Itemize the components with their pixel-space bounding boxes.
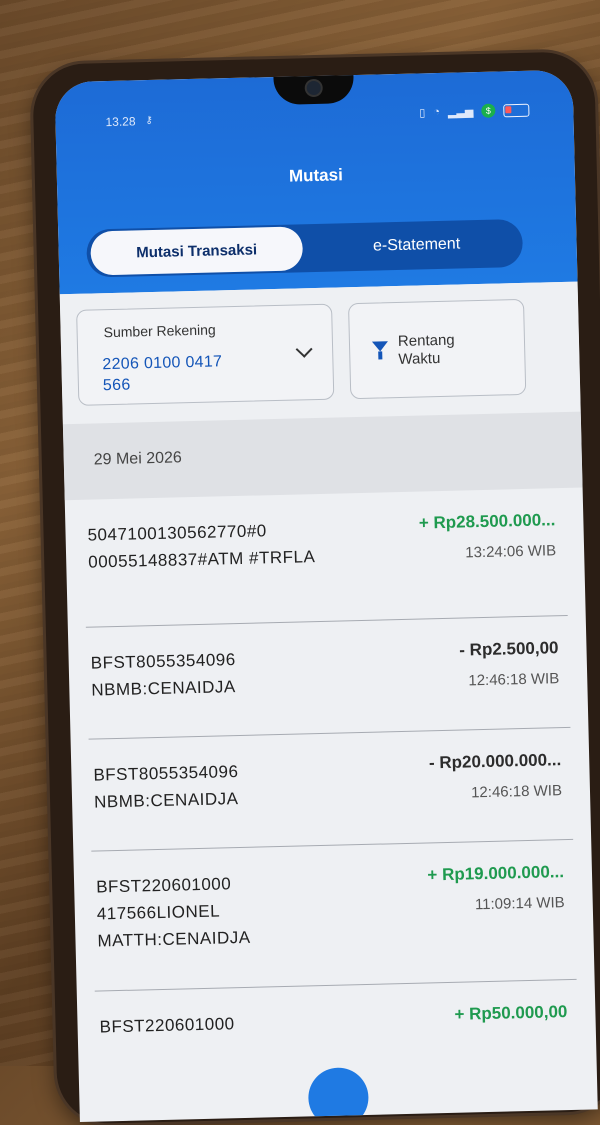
tab-switcher: Mutasi Transaksi e-Statement <box>86 218 524 278</box>
transaction-amount: + Rp19.000.000... <box>427 862 565 885</box>
source-label: Sumber Rekening <box>103 321 216 341</box>
app-header: 13.28 ⚷ ▯ ◔ ▂▃▅ $ Mutasi Mutasi Transaks… <box>54 69 578 295</box>
transaction-time: 12:46:18 WIB <box>468 670 560 690</box>
transaction-amount: + Rp28.500.000... <box>418 510 556 533</box>
status-icons: ▯ ◔ ▂▃▅ $ <box>419 103 530 120</box>
front-camera-icon <box>306 80 321 96</box>
date-range-filter-button[interactable]: Rentang Waktu <box>348 298 527 400</box>
transaction-description: BFST8055354096 NBMB:CENAIDJA <box>90 650 236 700</box>
date-label: 29 Mei 2026 <box>93 449 182 469</box>
wifi-icon: ◔ <box>433 105 441 119</box>
filter-icon <box>371 341 389 352</box>
account-source-selector[interactable]: Sumber Rekening 2206 0100 0417 566 <box>76 303 335 406</box>
transaction-list: 5047100130562770#0 00055148837#ATM #TRFL… <box>65 488 598 1123</box>
transaction-amount: - Rp20.000.000... <box>428 750 562 773</box>
date-group-header: 29 Mei 2026 <box>62 411 583 501</box>
transaction-time: 11:09:14 WIB <box>474 894 565 914</box>
chevron-down-icon <box>295 340 313 358</box>
transaction-time: 12:46:18 WIB <box>470 782 563 802</box>
floating-action-button[interactable] <box>307 1066 370 1123</box>
account-number: 2206 0100 0417 566 <box>102 353 223 395</box>
transaction-description: BFST8055354096 NBMB:CENAIDJA <box>93 762 239 812</box>
transaction-row[interactable]: BFST220601000 + Rp50.000,00 <box>77 979 598 1123</box>
vibrate-icon: ▯ <box>419 106 426 119</box>
transaction-description: BFST220601000 <box>99 1014 235 1037</box>
transaction-row[interactable]: BFST220601000 417566LIONEL MATTH:CENAIDJ… <box>73 839 594 992</box>
page-title: Mutasi <box>288 165 344 186</box>
phone-screen: 13.28 ⚷ ▯ ◔ ▂▃▅ $ Mutasi Mutasi Transaks… <box>54 69 598 1123</box>
notification-icon: $ <box>481 103 496 118</box>
date-range-label: Rentang Waktu <box>397 331 455 369</box>
tab-e-statement[interactable]: e-Statement <box>326 219 507 271</box>
phone-device: 13.28 ⚷ ▯ ◔ ▂▃▅ $ Mutasi Mutasi Transaks… <box>32 51 600 1125</box>
transaction-description: BFST220601000 417566LIONEL MATTH:CENAIDJ… <box>95 874 251 951</box>
camera-notch <box>273 73 355 105</box>
transaction-description: 5047100130562770#0 00055148837#ATM #TRFL… <box>87 521 316 572</box>
transaction-time: 13:24:06 WIB <box>465 542 557 562</box>
signal-icon: ▂▃▅ <box>447 105 474 119</box>
transaction-amount: - Rp2.500,00 <box>459 638 559 660</box>
status-bar: 13.28 ⚷ ▯ ◔ ▂▃▅ $ <box>55 100 573 135</box>
vpn-key-icon: ⚷ <box>145 114 153 127</box>
filter-bar: Sumber Rekening 2206 0100 0417 566 Renta… <box>59 281 581 425</box>
transaction-row[interactable]: 5047100130562770#0 00055148837#ATM #TRFL… <box>65 488 586 629</box>
transaction-row[interactable]: BFST8055354096 NBMB:CENAIDJA - Rp20.000.… <box>71 727 592 852</box>
transaction-row[interactable]: BFST8055354096 NBMB:CENAIDJA - Rp2.500,0… <box>68 616 589 741</box>
transaction-amount: + Rp50.000,00 <box>454 1002 568 1024</box>
battery-icon <box>503 103 530 117</box>
status-time: 13.28 <box>105 114 136 130</box>
tab-mutasi-transaksi[interactable]: Mutasi Transaksi <box>90 226 304 276</box>
